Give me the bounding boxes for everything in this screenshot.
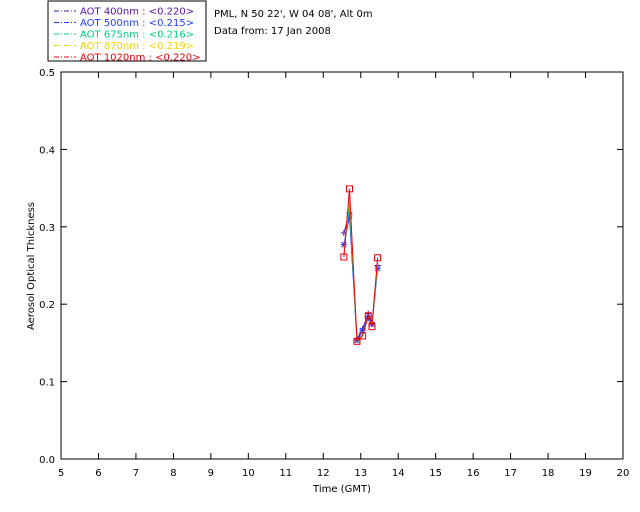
y-tick-label: 0.1 <box>39 378 55 389</box>
y-tick-label: 0.0 <box>39 455 55 466</box>
legend-entry-0: AOT 400nm : <0.220> <box>80 7 194 18</box>
y-tick-label: 0.5 <box>39 68 55 79</box>
x-tick-label: 18 <box>542 468 555 479</box>
star-marker <box>340 241 347 248</box>
y-tick-label: 0.4 <box>39 145 55 156</box>
x-tick-label: 20 <box>617 468 630 479</box>
axis-ticks: 5 6 7 8 9 10 11 12 13 14 15 16 17 18 19 20 0.0 0.1 0.2 0.3 0… <box>39 68 629 479</box>
legend-entry-1: AOT 500nm : <0.215> <box>80 18 194 29</box>
x-tick-label: 15 <box>429 468 442 479</box>
y-tick-label: 0.3 <box>39 223 55 234</box>
x-tick-label: 9 <box>208 468 214 479</box>
y-axis-title: Aerosol Optical Thickness <box>26 202 37 330</box>
x-tick-label: 7 <box>133 468 139 479</box>
legend-entry-2: AOT 675nm : <0.216> <box>80 30 194 41</box>
x-axis-title: Time (GMT) <box>312 484 371 495</box>
x-tick-label: 6 <box>95 468 101 479</box>
x-tick-label: 12 <box>317 468 330 479</box>
series-layer <box>340 185 382 345</box>
x-tick-label: 5 <box>58 468 64 479</box>
legend-entry-3: AOT 870nm : <0.219> <box>80 41 194 52</box>
site-info: PML, N 50 22', W 04 08', Alt 0m <box>214 9 373 20</box>
legend-entry-4: AOT 1020nm : <0.220> <box>80 53 200 64</box>
aot-chart: AOT 400nm : <0.220>AOT 500nm : <0.215>AO… <box>26 0 629 495</box>
x-tick-label: 11 <box>279 468 292 479</box>
x-tick-label: 8 <box>170 468 176 479</box>
x-tick-label: 14 <box>392 468 405 479</box>
y-tick-label: 0.2 <box>39 300 55 311</box>
x-tick-label: 10 <box>242 468 255 479</box>
x-tick-label: 16 <box>467 468 480 479</box>
plot-frame <box>60 71 624 460</box>
x-tick-label: 13 <box>354 468 367 479</box>
x-tick-label: 19 <box>579 468 592 479</box>
x-tick-label: 17 <box>504 468 517 479</box>
date-info: Data from: 17 Jan 2008 <box>214 26 331 37</box>
